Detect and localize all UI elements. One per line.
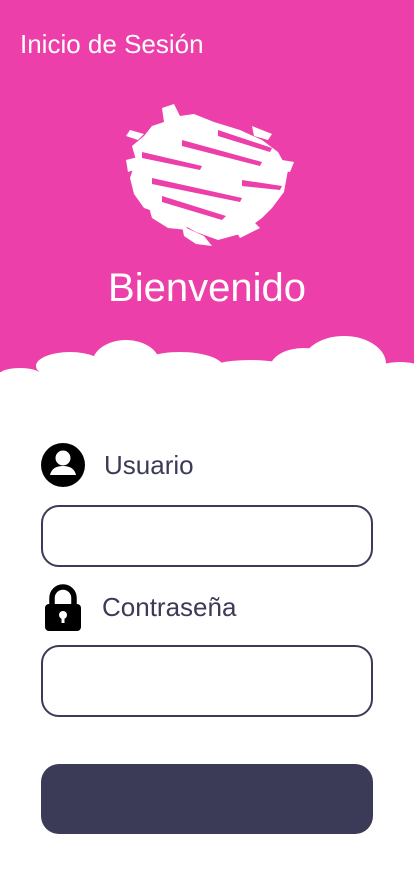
- cloud-divider: [0, 336, 414, 390]
- page-title: Inicio de Sesión: [20, 29, 204, 59]
- password-label: Contraseña: [102, 591, 237, 622]
- user-circle-icon: [41, 443, 85, 487]
- password-input[interactable]: [41, 645, 373, 717]
- lock-icon: [45, 584, 81, 631]
- password-label-row: Contraseña: [40, 583, 236, 631]
- username-label: Usuario: [104, 449, 194, 480]
- brush-stroke-logo: [126, 104, 294, 246]
- login-button[interactable]: [41, 764, 373, 834]
- welcome-heading: Bienvenido: [108, 266, 306, 310]
- username-input[interactable]: [41, 505, 373, 567]
- header: Inicio de Sesión Bienvenido: [0, 0, 414, 380]
- username-label-row: Usuario: [40, 441, 194, 489]
